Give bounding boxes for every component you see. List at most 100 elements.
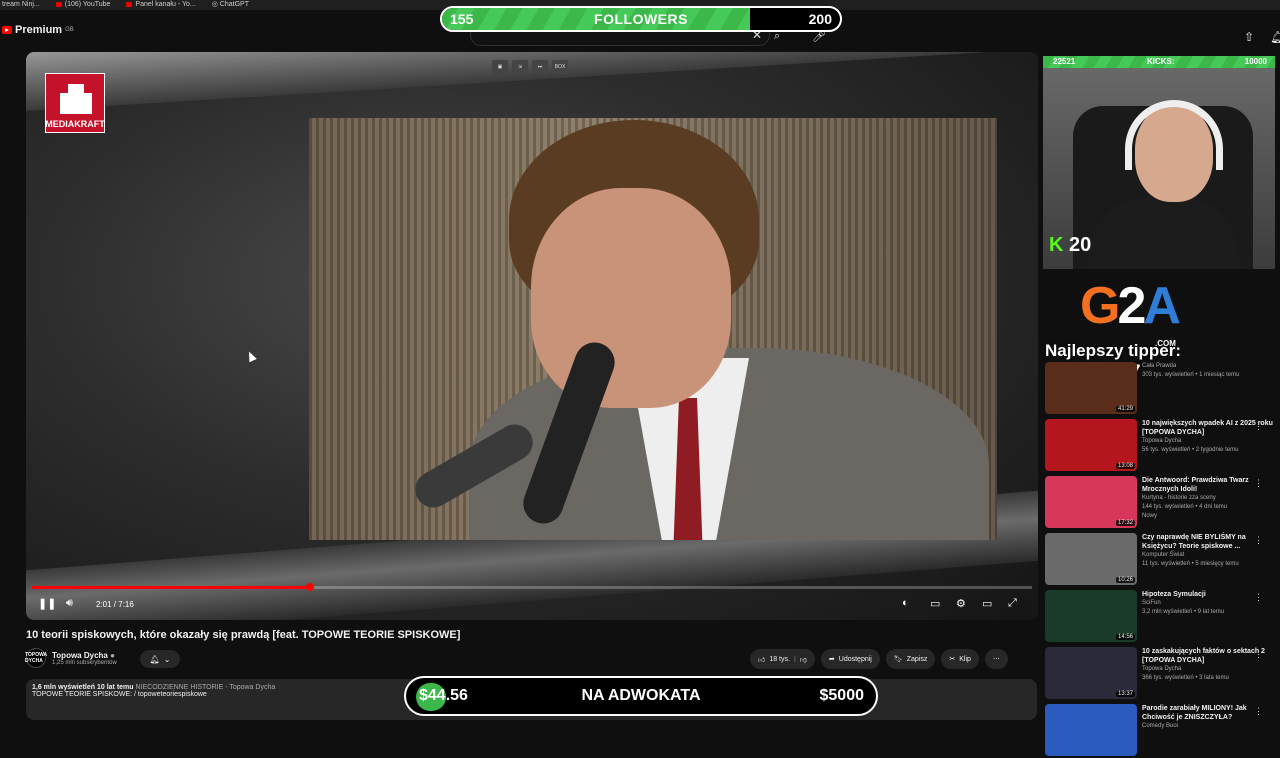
donation-goal-bar: $44.56 NA ADWOKATA $5000 [404,676,878,716]
time-display: 2:01 / 7:16 [96,600,134,609]
bookmark-item[interactable]: ◎ ChatGPT [212,0,249,10]
scissors-icon: ✂ [949,656,956,663]
video-player[interactable]: MEDIAKRAFT ▣ ⇲ ⏭ BOX ❚❚ 🔊︎ 2:01 / 7:16 ◐… [26,52,1038,620]
miniplayer-controls: ▣ ⇲ ⏭ BOX [492,60,568,74]
clip-button[interactable]: ✂ Klip [941,649,979,669]
video-thumbnail[interactable] [1045,704,1137,756]
video-thumbnail[interactable]: 14:56 [1045,590,1137,642]
recommendation-channel: Kurtyna - historie zza sceny [1142,495,1216,501]
recommendation-meta: 303 tys. wyświetleń • 1 miesiąc temu [1142,372,1240,378]
more-actions-button[interactable]: ⋯ [984,649,1008,669]
recommendation-item[interactable]: 10:26 Czy naprawdę NIE BYLIŚMY na Księżyc… [1045,533,1277,587]
more-options-icon[interactable]: ⋮ [1254,706,1263,717]
more-options-icon[interactable]: ⋮ [1254,478,1263,489]
settings-icon[interactable]: ⚙ [956,597,966,610]
subscriber-count: 1,25 mln subskrybentów [52,659,117,666]
share-icon: ➦ [828,656,835,663]
thumbs-down-icon: 👎︎ [799,656,807,664]
video-thumbnail[interactable]: 41:29 [1045,362,1137,414]
recommendation-item[interactable]: 17:32 Die Antwoord: Prawdziwa Twarz Mrocz… [1045,476,1277,530]
bookmark-icon: 🔖︎ [893,656,903,663]
more-icon: ⋯ [992,656,1000,663]
video-thumbnail[interactable]: 13:37 [1045,647,1137,699]
more-options-icon[interactable]: ⋮ [1254,421,1263,432]
duration-badge: 17:32 [1115,520,1135,526]
followers-label: FOLLOWERS [594,11,688,27]
duration-badge: 13:37 [1115,691,1135,697]
save-button[interactable]: 🔖︎ Zapisz [885,649,936,669]
kick-counter: K 20 [1049,234,1092,256]
upload-icon[interactable]: ⇧ [1244,30,1254,44]
recommendation-meta: 144 tys. wyświetleń • 4 dni temu [1142,504,1228,510]
recommendation-channel: Cała Prawda [1142,363,1177,369]
recommendation-item[interactable]: 41:29 Cała Prawda 303 tys. wyświetleń • 1 … [1045,362,1277,416]
recommendation-channel: Topowa Dycha [1142,666,1182,672]
video-photo [309,118,997,540]
recommendation-item[interactable]: Parodie zarabiały MILIONY! Jak Chciwość … [1045,704,1277,758]
recommendation-meta: 56 tys. wyświetleń • 2 tygodnie temu [1142,447,1239,453]
video-thumbnail[interactable]: 13:08 [1045,419,1137,471]
notifications-icon[interactable]: 🔔︎ [1270,30,1280,44]
recommendation-item[interactable]: 13:37 10 zaskakujących faktów o sektach 2… [1045,647,1277,701]
autoplay-toggle[interactable]: ◐ [902,597,909,609]
recommendation-item[interactable]: 14:56 Hipoteza Symulacji SciFun 3,2 mln wyś… [1045,590,1277,644]
new-badge: Nowy [1142,513,1158,519]
recommendation-item[interactable]: 13:08 10 największych wpadek AI z 2025 ro… [1045,419,1277,473]
video-thumbnail[interactable]: 17:32 [1045,476,1137,528]
box-button[interactable]: BOX [552,60,568,74]
youtube-studio-icon [126,1,133,7]
progress-bar[interactable] [32,583,1032,591]
like-button[interactable]: 👍︎ 18 tys. | 👎︎ [750,649,815,669]
fullscreen-icon[interactable]: ⤢ [1008,597,1017,610]
recommendation-meta: 366 tys. wyświetleń • 3 lata temu [1142,675,1229,681]
share-button[interactable]: ➦ Udostępnij [820,649,880,669]
mediakraft-logo: MEDIAKRAFT [45,73,105,133]
video-title: 10 teorii spiskowych, które okazały się … [26,629,461,641]
more-options-icon[interactable]: ⋮ [1254,649,1263,660]
bookmark-item[interactable]: tream Ninj... [2,0,40,10]
subtitles-icon[interactable]: ▭ [930,597,940,610]
pause-icon[interactable]: ❚❚ [38,597,56,610]
notification-bell-button[interactable]: 🔔︎ ⌄ [140,650,180,668]
video-thumbnail[interactable]: 10:26 [1045,533,1137,585]
youtube-premium-logo[interactable]: Premium GB [2,24,74,36]
channel-info: TOPOWA DYCHA Topowa Dycha ● 1,25 mln sub… [25,648,117,668]
miniplayer-icon[interactable]: ▣ [492,60,508,74]
exit-icon[interactable]: ⇲ [512,60,528,74]
kicks-goal-bar: 22521 KICKS: 10000 [1043,56,1275,68]
chevron-down-icon: ⌄ [163,654,171,664]
donation-label: NA ADWOKATA [581,687,701,704]
duration-badge: 10:26 [1115,577,1135,583]
more-options-icon[interactable]: ⋮ [1254,592,1263,603]
channel-name: Topowa Dycha [52,650,108,660]
bookmark-item[interactable]: (106) YouTube [55,0,110,10]
donation-target: $5000 [819,687,865,704]
progress-played [32,586,310,589]
volume-icon[interactable]: 🔊︎ [66,597,73,610]
channel-avatar[interactable]: TOPOWA DYCHA [25,648,47,668]
bookmark-item[interactable]: Panel kanału - Yo... [126,0,196,10]
recommendation-meta: 11 tys. wyświetleń • 5 miesięcy temu [1142,561,1239,567]
streamer-webcam: 22521 KICKS: 10000 K 20 [1043,56,1275,269]
theater-mode-icon[interactable]: ▭ [982,597,992,610]
duration-badge: 41:29 [1115,406,1135,412]
duration-badge: 13:08 [1115,463,1135,469]
recommendation-channel: Komputer Świat [1142,552,1185,558]
more-options-icon[interactable]: ⋮ [1254,535,1263,546]
followers-target: 200 [808,11,832,27]
next-icon[interactable]: ⏭ [532,60,548,74]
chatgpt-icon: ◎ [211,1,220,8]
youtube-icon [55,1,62,7]
recommendation-channel: Comedy Buoi [1142,723,1179,729]
recommendation-meta: 3,2 mln wyświetleń • 9 lat temu [1142,609,1225,615]
bell-icon: 🔔︎ [149,654,160,664]
kick-logo-icon: K [1049,234,1064,256]
action-bar: 👍︎ 18 tys. | 👎︎ ➦ Udostępnij 🔖︎ Zapisz ✂ Klip … [750,649,1008,669]
recommendation-channel: Topowa Dycha [1142,438,1182,444]
youtube-logo-icon [2,26,12,34]
verified-icon: ● [110,650,115,660]
g2a-sponsor-logo: G2A .COM [1080,277,1181,348]
progress-scrubber[interactable] [306,583,314,591]
followers-goal-bar: 155 FOLLOWERS 200 [440,6,842,32]
duration-badge: 14:56 [1115,634,1135,640]
